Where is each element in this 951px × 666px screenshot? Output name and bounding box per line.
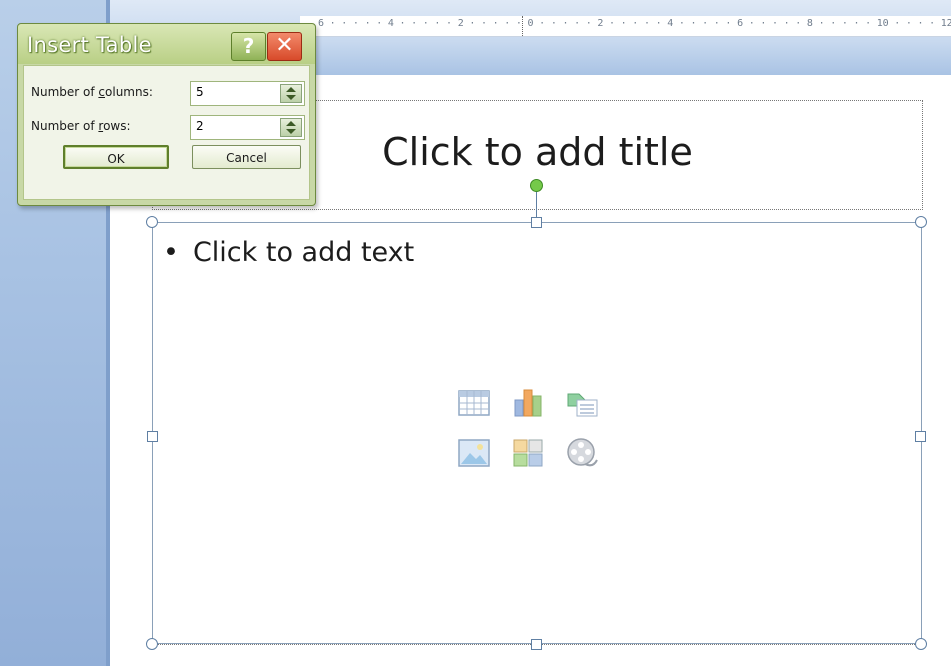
rotation-handle[interactable] [530, 179, 543, 192]
resize-handle-bottom-right[interactable] [915, 638, 927, 650]
columns-label: Number of columns: [31, 85, 153, 99]
resize-handle-bottom-left[interactable] [146, 638, 158, 650]
content-icons-group [457, 386, 617, 486]
content-placeholder-text-line: • Click to add text [163, 237, 414, 268]
insert-clipart-icon[interactable] [511, 436, 545, 470]
insert-media-icon[interactable] [565, 436, 599, 470]
cancel-button[interactable]: Cancel [192, 145, 301, 169]
rows-spin-arrows[interactable] [280, 118, 302, 137]
insert-table-dialog: Insert Table ? ✕ Number of columns: 5 Nu… [17, 23, 316, 206]
ruler-ticks: 6 · · · · · 4 · · · · · 2 · · · · · 0 · … [318, 18, 951, 29]
help-button[interactable]: ? [231, 32, 266, 61]
columns-stepper[interactable]: 5 [190, 81, 305, 106]
insert-picture-icon[interactable] [457, 436, 491, 470]
dialog-body: Number of columns: 5 Number of rows: 2 O… [23, 65, 310, 200]
spin-down-icon[interactable] [286, 95, 296, 100]
resize-handle-top-right[interactable] [915, 216, 927, 228]
resize-handle-left[interactable] [147, 431, 158, 442]
rows-label-suffix: ows: [103, 119, 131, 133]
ok-button[interactable]: OK [63, 145, 169, 169]
rotation-stem [536, 190, 537, 218]
resize-handle-right[interactable] [915, 431, 926, 442]
columns-label-suffix: olumns: [105, 85, 153, 99]
dialog-titlebar[interactable]: Insert Table ? ✕ [18, 24, 315, 64]
insert-chart-icon[interactable] [511, 386, 545, 420]
resize-handle-top[interactable] [531, 217, 542, 228]
columns-label-prefix: Number of [31, 85, 99, 99]
content-placeholder-text: Click to add text [192, 237, 415, 268]
help-icon: ? [242, 34, 255, 58]
columns-value[interactable]: 5 [196, 85, 204, 99]
columns-spin-arrows[interactable] [280, 84, 302, 103]
insert-smartart-icon[interactable] [565, 386, 599, 420]
ruler-center-mark [522, 16, 524, 36]
rows-label-prefix: Number of [31, 119, 99, 133]
rows-label: Number of rows: [31, 119, 131, 133]
resize-handle-bottom[interactable] [531, 639, 542, 650]
close-icon: ✕ [275, 33, 294, 58]
insert-table-icon[interactable] [457, 386, 491, 420]
dialog-title: Insert Table [27, 33, 152, 57]
resize-handle-top-left[interactable] [146, 216, 158, 228]
horizontal-ruler[interactable]: 6 · · · · · 4 · · · · · 2 · · · · · 0 · … [300, 16, 951, 37]
bullet: • [163, 237, 179, 268]
spin-up-icon[interactable] [286, 87, 296, 92]
close-button[interactable]: ✕ [267, 32, 302, 61]
spin-down-icon[interactable] [286, 129, 296, 134]
spin-up-icon[interactable] [286, 121, 296, 126]
rows-value[interactable]: 2 [196, 119, 204, 133]
rows-stepper[interactable]: 2 [190, 115, 305, 140]
